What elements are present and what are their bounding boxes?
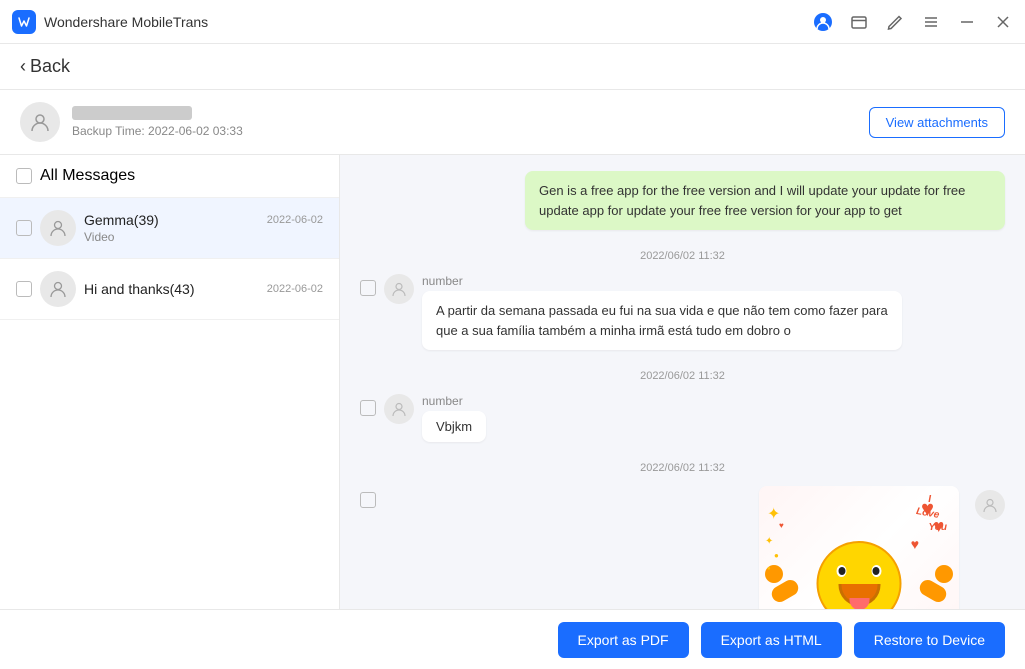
view-attachments-button[interactable]: View attachments	[869, 107, 1005, 138]
conversation-item-hithanks[interactable]: Hi and thanks(43) 2022-06-02	[0, 259, 339, 320]
msg-sender-2: number	[422, 394, 1005, 408]
export-pdf-button[interactable]: Export as PDF	[558, 622, 689, 658]
app-logo	[12, 10, 36, 34]
close-icon[interactable]	[993, 12, 1013, 32]
gemma-preview: Video	[84, 230, 323, 244]
titlebar-left: Wondershare MobileTrans	[12, 10, 208, 34]
all-messages-checkbox[interactable]	[16, 168, 32, 184]
image-bubble: ♥ ♥ ♥ I Love You ✦ ✦ ♥	[759, 486, 959, 609]
msg-bubble-received-1: A partir da semana passada eu fui na sua…	[422, 291, 902, 350]
msg-avatar-image	[975, 490, 1005, 520]
gemma-name: Gemma(39)	[84, 212, 159, 228]
window-icon[interactable]	[849, 12, 869, 32]
minimize-icon[interactable]	[957, 12, 977, 32]
msg-checkbox-image[interactable]	[360, 492, 376, 508]
titlebar-controls	[813, 12, 1013, 32]
backup-time: Backup Time: 2022-06-02 03:33	[72, 124, 243, 138]
back-label: Back	[30, 56, 70, 77]
gemma-header: Gemma(39) 2022-06-02	[84, 212, 323, 228]
restore-to-device-button[interactable]: Restore to Device	[854, 622, 1005, 658]
app-title: Wondershare MobileTrans	[44, 14, 208, 30]
menu-icon[interactable]	[921, 12, 941, 32]
backup-details: Backup Time: 2022-06-02 03:33	[72, 106, 243, 138]
msg-avatar-1	[384, 274, 414, 304]
msg-block-received-1: number A partir da semana passada eu fui…	[360, 274, 1005, 350]
msg-timestamp-2: 2022/06/02 11:32	[360, 370, 1005, 382]
msg-row-image: ♥ ♥ ♥ I Love You ✦ ✦ ♥	[360, 486, 1005, 609]
gemma-avatar	[40, 210, 76, 246]
hithanks-checkbox[interactable]	[16, 281, 32, 297]
hithanks-name: Hi and thanks(43)	[84, 281, 195, 297]
msg-bubble-sent-1: Gen is a free app for the free version a…	[525, 171, 1005, 230]
gemma-checkbox[interactable]	[16, 220, 32, 236]
export-html-button[interactable]: Export as HTML	[701, 622, 842, 658]
right-panel[interactable]: Gen is a free app for the free version a…	[340, 155, 1025, 609]
back-header: ‹ Back	[0, 44, 1025, 90]
back-button[interactable]: ‹ Back	[20, 56, 70, 77]
bottom-bar: Export as PDF Export as HTML Restore to …	[0, 609, 1025, 669]
titlebar: Wondershare MobileTrans	[0, 0, 1025, 44]
msg-row-sent-1: Gen is a free app for the free version a…	[360, 171, 1005, 230]
back-arrow-icon: ‹	[20, 56, 26, 77]
msg-checkbox-2[interactable]	[360, 400, 376, 416]
hithanks-header: Hi and thanks(43) 2022-06-02	[84, 281, 323, 297]
msg-block-image: ♥ ♥ ♥ I Love You ✦ ✦ ♥	[360, 486, 1005, 609]
left-panel: All Messages Gemma(39) 2022-06-02 Vide	[0, 155, 340, 609]
body-area: All Messages Gemma(39) 2022-06-02 Vide	[0, 155, 1025, 609]
msg-avatar-2	[384, 394, 414, 424]
msg-row-received-1: number A partir da semana passada eu fui…	[360, 274, 1005, 350]
msg-checkbox-1[interactable]	[360, 280, 376, 296]
backup-name-redacted	[72, 106, 192, 120]
msg-timestamp-3: 2022/06/02 11:32	[360, 462, 1005, 474]
all-messages-label: All Messages	[40, 167, 135, 185]
account-icon[interactable]	[813, 12, 833, 32]
sticker-image: ♥ ♥ ♥ I Love You ✦ ✦ ♥	[759, 486, 959, 609]
gemma-details: Gemma(39) 2022-06-02 Video	[84, 212, 323, 244]
hithanks-details: Hi and thanks(43) 2022-06-02	[84, 281, 323, 297]
hithanks-date: 2022-06-02	[267, 283, 323, 295]
backup-info: Backup Time: 2022-06-02 03:33	[20, 102, 243, 142]
gemma-date: 2022-06-02	[267, 214, 323, 226]
msg-row-received-2: number Vbjkm	[360, 394, 1005, 442]
main-content: Backup Time: 2022-06-02 03:33 View attac…	[0, 90, 1025, 669]
msg-timestamp-1: 2022/06/02 11:32	[360, 250, 1005, 262]
msg-block-received-2: number Vbjkm	[360, 394, 1005, 442]
all-messages-row: All Messages	[0, 155, 339, 198]
msg-sender-1: number	[422, 274, 1005, 288]
hithanks-avatar	[40, 271, 76, 307]
backup-bar: Backup Time: 2022-06-02 03:33 View attac…	[0, 90, 1025, 155]
backup-avatar	[20, 102, 60, 142]
msg-block-sent: Gen is a free app for the free version a…	[360, 171, 1005, 230]
vbjkm-bubble: Vbjkm	[422, 411, 486, 442]
conversation-item-gemma[interactable]: Gemma(39) 2022-06-02 Video	[0, 198, 339, 259]
edit-icon[interactable]	[885, 12, 905, 32]
